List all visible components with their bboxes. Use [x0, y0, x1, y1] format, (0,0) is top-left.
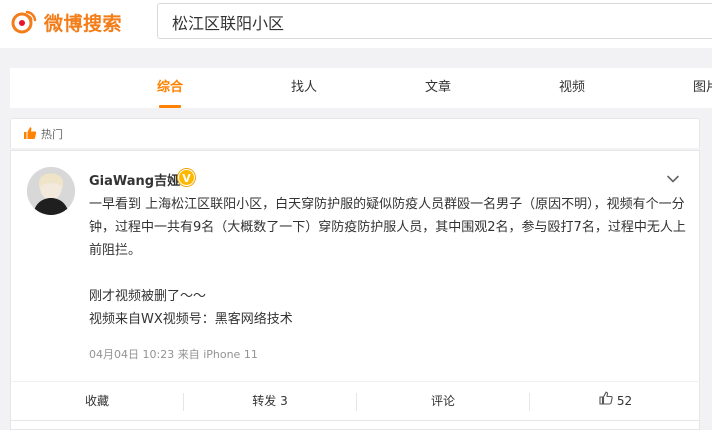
tab-images[interactable]: 图片 [676, 68, 712, 108]
thumbs-up-icon [23, 125, 37, 144]
section-header: 热门 [10, 118, 700, 148]
tab-articles[interactable]: 文章 [408, 68, 468, 108]
like-count: 52 [616, 394, 633, 408]
search-box[interactable] [157, 3, 712, 39]
weibo-logo-icon [10, 8, 38, 36]
chevron-down-icon[interactable] [665, 171, 681, 185]
tab-videos[interactable]: 视频 [542, 68, 602, 108]
like-button[interactable]: 52 [530, 382, 701, 420]
search-input[interactable] [170, 10, 690, 34]
post-meta: 04月04日 10:23 来自 iPhone 11 [89, 346, 258, 362]
hot-label: 热门 [41, 128, 63, 141]
post-text-paragraph: 刚才视频被删了～～ [89, 289, 207, 304]
search-tabs: 综合 找人 文章 视频 图片 [10, 68, 712, 108]
post-action-bar: 收藏 转发 3 评论 52 [10, 381, 700, 421]
top-bar: 微博搜索 [0, 0, 712, 48]
post-username[interactable]: GiaWang吉娅 [89, 170, 180, 189]
comment-button[interactable]: 评论 [357, 382, 529, 420]
post-text-paragraph: 视频来自WX视频号：黑客网络技术 [89, 312, 293, 327]
post-text-paragraph: 一早看到 上海松江区联阳小区，白天穿防护服的疑似防疫人员群殴一名男子（原因不明）… [89, 197, 686, 258]
repost-button[interactable]: 转发 3 [184, 382, 356, 420]
tab-people[interactable]: 找人 [274, 68, 334, 108]
hot-section-label: 热门 [23, 126, 63, 142]
weibo-search-logo[interactable]: 微博搜索 [10, 7, 122, 37]
tab-comprehensive[interactable]: 综合 [140, 68, 200, 108]
verified-badge-icon: V [178, 169, 195, 186]
post-time[interactable]: 04月04日 10:23 [89, 348, 174, 361]
post-source: 来自 iPhone 11 [177, 348, 258, 361]
avatar[interactable] [27, 167, 75, 215]
logo-text: 微博搜索 [44, 12, 123, 35]
like-thumbs-up-icon [599, 382, 613, 420]
post-content: 一早看到 上海松江区联阳小区，白天穿防护服的疑似防疫人员群殴一名男子（原因不明）… [89, 193, 689, 331]
favorite-button[interactable]: 收藏 [11, 382, 183, 420]
